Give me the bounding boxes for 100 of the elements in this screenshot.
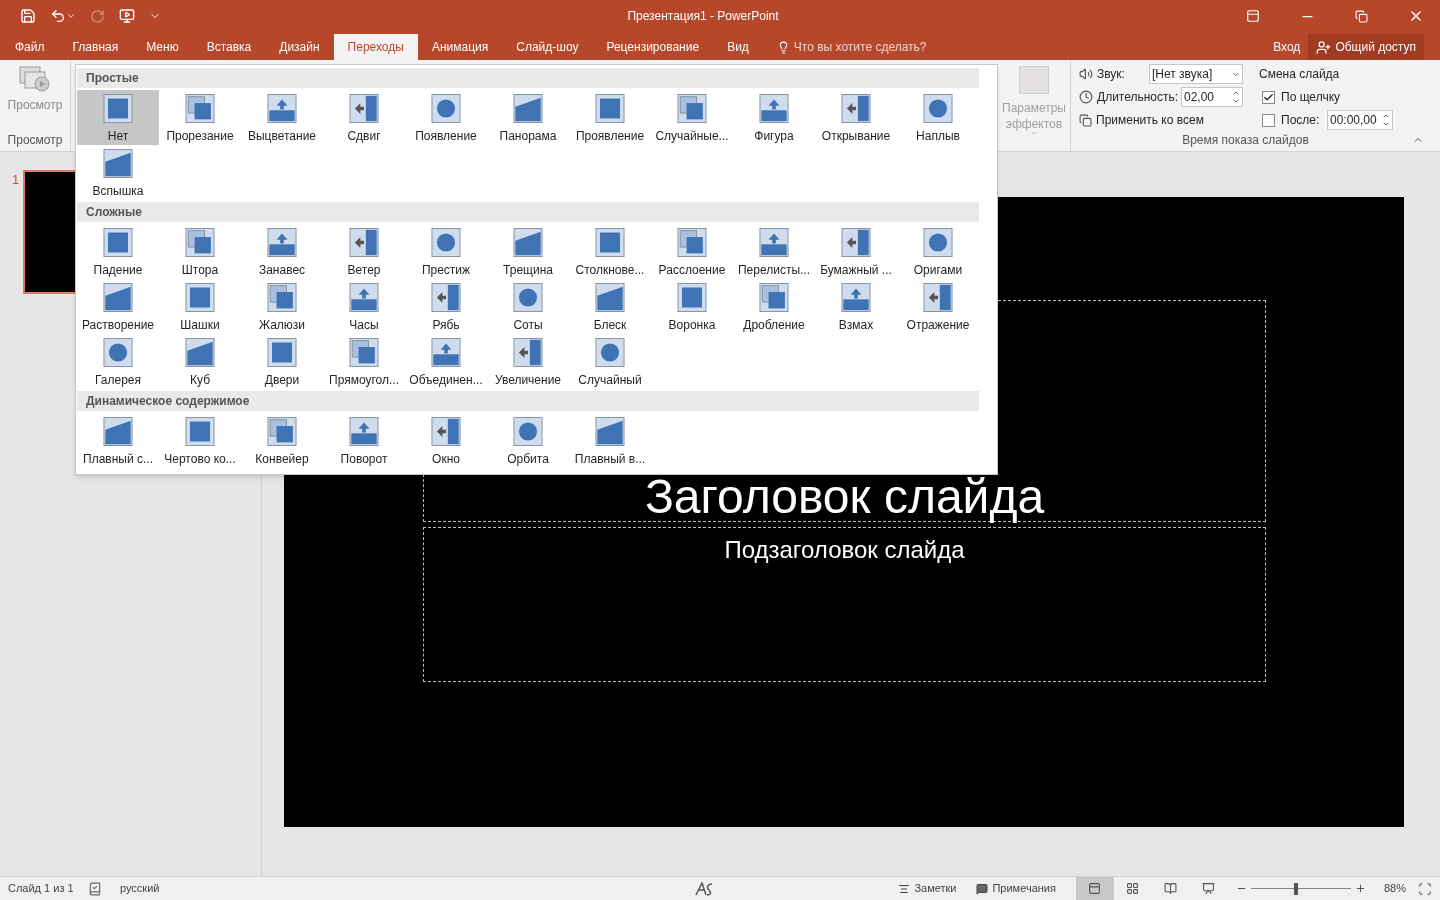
comments-button[interactable]: Примечания <box>976 880 1056 897</box>
person-icon <box>1316 39 1332 55</box>
ribbon-tab[interactable]: Дизайн <box>265 34 334 60</box>
transition-option[interactable]: Двери <box>241 334 323 389</box>
transition-option[interactable]: Падение <box>77 224 159 279</box>
spelling-icon[interactable] <box>88 881 102 896</box>
transition-option[interactable]: Прямоугол... <box>323 334 405 389</box>
transition-icon <box>266 417 298 446</box>
transition-option[interactable]: Столкнове... <box>569 224 651 279</box>
transition-option[interactable]: Наплыв <box>897 90 979 145</box>
transition-option[interactable]: Проявление <box>569 90 651 145</box>
transition-option[interactable]: Расслоение <box>651 224 733 279</box>
transition-option[interactable]: Увеличение <box>487 334 569 389</box>
transition-option[interactable]: Рябь <box>405 279 487 334</box>
caret-icon[interactable] <box>66 11 76 21</box>
transition-icon <box>922 283 954 312</box>
duration-spinner[interactable]: 02,00 <box>1181 87 1243 107</box>
transition-option[interactable]: Окно <box>405 413 487 468</box>
ribbon-display-icon[interactable] <box>1246 9 1260 23</box>
accessibility-icon[interactable] <box>694 881 715 896</box>
after-spinner[interactable]: 00:00,00 <box>1327 110 1393 130</box>
zoom-in-icon[interactable] <box>1354 883 1366 894</box>
transition-option[interactable]: Нет <box>77 90 159 145</box>
transition-option[interactable]: Блеск <box>569 279 651 334</box>
transition-option[interactable]: Случайные... <box>651 90 733 145</box>
transition-option[interactable]: Случайный <box>569 334 651 389</box>
transition-icon <box>184 338 216 367</box>
language-label[interactable]: русский <box>120 880 160 897</box>
transition-option[interactable]: Дробление <box>733 279 815 334</box>
ribbon-tab[interactable]: Анимация <box>417 34 503 60</box>
transition-option[interactable]: Поворот <box>323 413 405 468</box>
transition-option[interactable]: Штора <box>159 224 241 279</box>
tell-me-field[interactable]: Что вы хотите сделать? <box>793 38 954 56</box>
transition-option[interactable]: Оригами <box>897 224 979 279</box>
transition-option[interactable]: Жалюзи <box>241 279 323 334</box>
notes-icon <box>898 882 911 895</box>
slideshow-icon[interactable] <box>119 8 135 24</box>
subtitle-placeholder[interactable]: Подзаголовок слайда <box>423 527 1266 682</box>
ribbon-tab[interactable]: Файл <box>1 34 59 60</box>
transition-option[interactable]: Фигура <box>733 90 815 145</box>
transition-option[interactable]: Появление <box>405 90 487 145</box>
checkbox[interactable] <box>1262 113 1275 127</box>
apply-to-all-button[interactable]: Применить ко всем <box>1079 110 1249 130</box>
transition-option[interactable]: Шашки <box>159 279 241 334</box>
ribbon-tab[interactable]: Вставка <box>192 34 266 60</box>
view-icon <box>1088 882 1102 895</box>
transition-option[interactable]: Престиж <box>405 224 487 279</box>
transition-option[interactable]: Вспышка <box>77 145 159 200</box>
fit-slide-icon[interactable] <box>1418 881 1432 896</box>
share-button[interactable]: Общий доступ <box>1308 34 1424 60</box>
transition-option[interactable]: Воронка <box>651 279 733 334</box>
gallery-section-header: Простые <box>77 68 979 88</box>
transition-option[interactable]: Отражение <box>897 279 979 334</box>
checkbox[interactable] <box>1262 90 1275 104</box>
view-icon <box>1202 882 1216 895</box>
transition-option[interactable]: Открывание <box>815 90 897 145</box>
notes-button[interactable]: Заметки <box>898 880 957 897</box>
transition-option[interactable]: Конвейер <box>241 413 323 468</box>
transition-icon <box>594 94 626 123</box>
effects-square-icon <box>1019 66 1049 94</box>
ribbon-tab[interactable]: Слайд-шоу <box>502 34 593 60</box>
view-button[interactable] <box>1075 877 1114 900</box>
transition-option[interactable]: Орбита <box>487 413 569 468</box>
zoom-thumb[interactable] <box>1293 882 1298 895</box>
transition-option[interactable]: Панорама <box>487 90 569 145</box>
transition-option[interactable]: Сдвиг <box>323 90 405 145</box>
sound-dropdown[interactable]: [Нет звука] <box>1149 64 1243 84</box>
transition-option[interactable]: Часы <box>323 279 405 334</box>
transition-option[interactable]: Занавес <box>241 224 323 279</box>
transition-option[interactable]: Плавный в... <box>569 413 651 468</box>
zoom-slider[interactable] <box>1250 882 1351 895</box>
undo-icon[interactable] <box>50 8 66 24</box>
transition-option[interactable]: Бумажный ... <box>815 224 897 279</box>
transition-icon <box>184 94 216 123</box>
slide-number: 1 <box>12 171 20 189</box>
ribbon-tab[interactable]: Меню <box>132 34 193 60</box>
transition-option[interactable]: Куб <box>159 334 241 389</box>
ribbon-tab[interactable]: Главная <box>58 34 133 60</box>
transition-option[interactable]: Соты <box>487 279 569 334</box>
transition-option[interactable]: Выцветание <box>241 90 323 145</box>
transition-option[interactable]: Галерея <box>77 334 159 389</box>
ribbon-tab[interactable]: Рецензирование <box>592 34 714 60</box>
sign-in-link[interactable]: Вход <box>1265 34 1309 60</box>
transition-icon <box>922 94 954 123</box>
ribbon-tab[interactable]: Вид <box>713 34 763 60</box>
transition-option[interactable]: Плавный с... <box>77 413 159 468</box>
transition-icon <box>102 417 134 446</box>
transition-option[interactable]: Перелисты... <box>733 224 815 279</box>
transition-option[interactable]: Взмах <box>815 279 897 334</box>
transition-option[interactable]: Ветер <box>323 224 405 279</box>
transition-option[interactable]: Растворение <box>77 279 159 334</box>
transition-option[interactable]: Чертово ко... <box>159 413 241 468</box>
transition-option[interactable]: Трещина <box>487 224 569 279</box>
transition-option[interactable]: Прорезание <box>159 90 241 145</box>
zoom-level[interactable]: 88% <box>1383 880 1406 897</box>
transition-icon <box>430 417 462 446</box>
save-icon[interactable] <box>20 8 36 24</box>
ribbon-tab[interactable]: Переходы <box>333 34 418 60</box>
restore-icon[interactable] <box>1355 9 1368 23</box>
transition-option[interactable]: Объединен... <box>405 334 487 389</box>
